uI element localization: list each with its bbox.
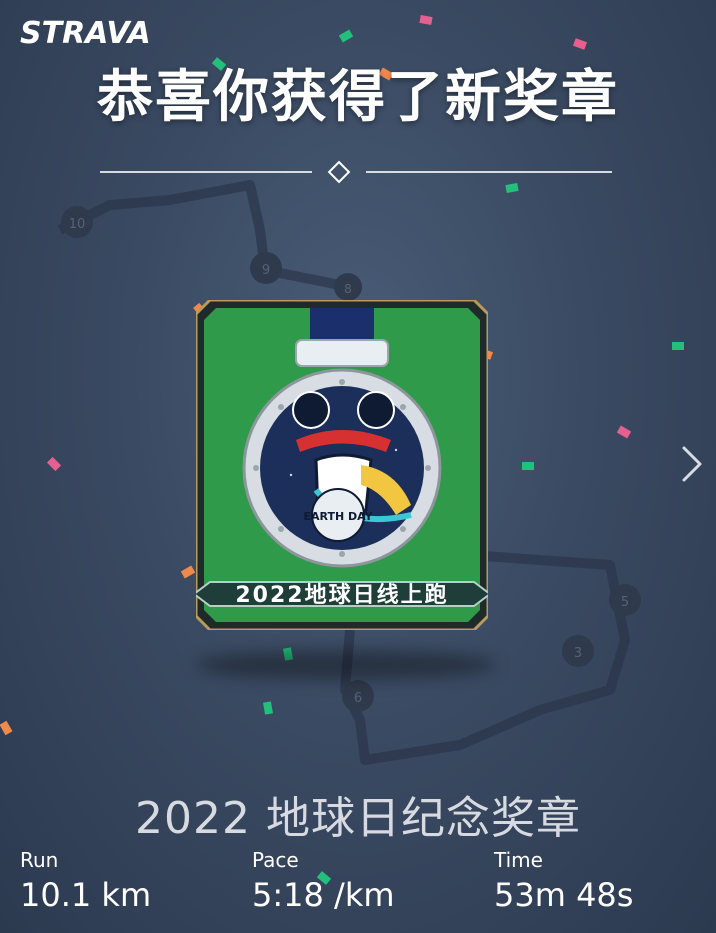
stat-run-label: Run bbox=[20, 848, 59, 872]
stat-run: Run 10.1 km bbox=[20, 848, 151, 914]
stat-run-value: 10.1 km bbox=[20, 876, 152, 914]
stat-pace-value: 5:18 /km bbox=[252, 876, 395, 914]
confetti bbox=[522, 462, 534, 470]
stat-time-label: Time bbox=[494, 848, 543, 872]
svg-text:EARTH DAY: EARTH DAY bbox=[303, 510, 373, 523]
stat-pace-label: Pace bbox=[252, 848, 299, 872]
map-marker-10: 10 bbox=[61, 206, 93, 238]
chevron-right-icon[interactable] bbox=[676, 444, 706, 484]
svg-text:9: 9 bbox=[262, 263, 270, 278]
badge-medal-image: EARTH DAY 2022地球日线上跑 bbox=[196, 300, 488, 630]
svg-text:8: 8 bbox=[344, 282, 352, 296]
stat-time-value: 53m 48s bbox=[494, 876, 634, 914]
badge-shadow bbox=[196, 650, 496, 680]
stat-time: Time 53m 48s bbox=[494, 848, 633, 914]
svg-text:2022地球日线上跑: 2022地球日线上跑 bbox=[235, 582, 448, 608]
map-marker-9: 9 bbox=[250, 252, 282, 284]
svg-text:3: 3 bbox=[574, 646, 582, 661]
map-marker-6: 6 bbox=[342, 680, 374, 712]
map-marker-8: 8 bbox=[334, 273, 362, 301]
strava-logo: STRAVA bbox=[20, 16, 151, 51]
stat-pace: Pace 5:18 /km bbox=[252, 848, 395, 914]
svg-text:10: 10 bbox=[69, 217, 86, 232]
divider-line-left bbox=[100, 171, 312, 173]
svg-text:6: 6 bbox=[354, 691, 362, 706]
badge-award-screen: 10 9 8 6 5 3 STRAVA 恭喜你获得了新奖章 EARTH DAY … bbox=[0, 0, 716, 933]
award-headline: 恭喜你获得了新奖章 bbox=[97, 65, 619, 130]
activity-stats: Run 10.1 km Pace 5:18 /km Time 53m 48s bbox=[0, 848, 716, 933]
divider-line-right bbox=[366, 171, 612, 173]
map-marker-3: 3 bbox=[562, 635, 594, 667]
confetti bbox=[672, 342, 684, 350]
svg-text:5: 5 bbox=[621, 595, 629, 610]
map-marker-5: 5 bbox=[609, 584, 641, 616]
badge-title: 2022 地球日纪念奖章 bbox=[135, 793, 581, 844]
